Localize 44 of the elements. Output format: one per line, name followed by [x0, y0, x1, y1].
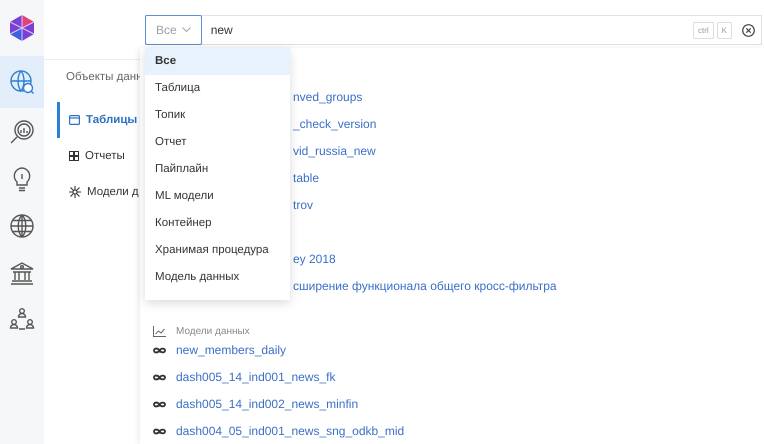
result-link[interactable]: new_members_daily	[176, 337, 286, 364]
nav-item[interactable]: Модели д	[57, 174, 141, 210]
magnifier-chart-icon	[9, 118, 35, 144]
bank-icon	[9, 260, 35, 286]
infinity-icon	[153, 428, 166, 435]
dropdown-option[interactable]: Отчет	[145, 129, 290, 156]
dropdown-option[interactable]: Таблица	[145, 75, 290, 102]
infinity-icon	[153, 401, 166, 408]
result-link[interactable]: dash004_05_ind001_news_sng_odkb_mid	[176, 418, 404, 444]
result-link[interactable]: сширение функционала общего кросс-фильтра	[293, 273, 557, 300]
lightbulb-icon	[11, 166, 33, 192]
group-title: Модели данных	[176, 326, 250, 337]
dropdown-option[interactable]: Хранимая процедура	[145, 237, 290, 264]
people-icon	[9, 306, 35, 332]
dropdown-option[interactable]: ML модели	[145, 183, 290, 210]
dropdown-option[interactable]: Пайплайн	[145, 156, 290, 183]
search-field[interactable]: new	[202, 23, 693, 37]
result-link[interactable]: nved_groups	[293, 84, 362, 111]
infinity-icon	[153, 347, 166, 354]
nav-item[interactable]: Отчеты	[57, 138, 127, 174]
chevron-down-icon	[182, 26, 191, 32]
result-link[interactable]: ey 2018	[293, 246, 336, 273]
dropdown-option[interactable]: Контейнер	[145, 210, 290, 237]
globe-icon	[9, 212, 35, 238]
line-chart-icon	[153, 326, 166, 337]
grid-icon	[69, 151, 79, 161]
globe-search-icon	[9, 69, 35, 95]
dropdown-option[interactable]: Модель данных	[145, 264, 290, 291]
dropdown-option[interactable]: Все	[145, 48, 290, 75]
infinity-icon	[153, 374, 166, 381]
logo-icon	[9, 14, 35, 42]
result-link[interactable]: table	[293, 165, 320, 192]
dropdown-option[interactable]: Топик	[145, 102, 290, 129]
result-link[interactable]: _check_version	[293, 111, 376, 138]
result-link[interactable]: dash005_14_ind002_news_minfin	[176, 391, 358, 418]
result-link[interactable]: trov	[293, 192, 314, 219]
result-link[interactable]: dash005_14_ind001_news_fk	[176, 364, 336, 391]
clear-icon[interactable]	[742, 24, 755, 36]
shortcut-key: K	[716, 22, 732, 38]
table-icon	[69, 115, 80, 125]
shortcut-key: ctrl	[692, 22, 714, 38]
search-bar[interactable]: Все new ctrl K	[145, 15, 762, 45]
result-link[interactable]: vid_russia_new	[293, 138, 376, 165]
network-icon	[69, 186, 81, 198]
